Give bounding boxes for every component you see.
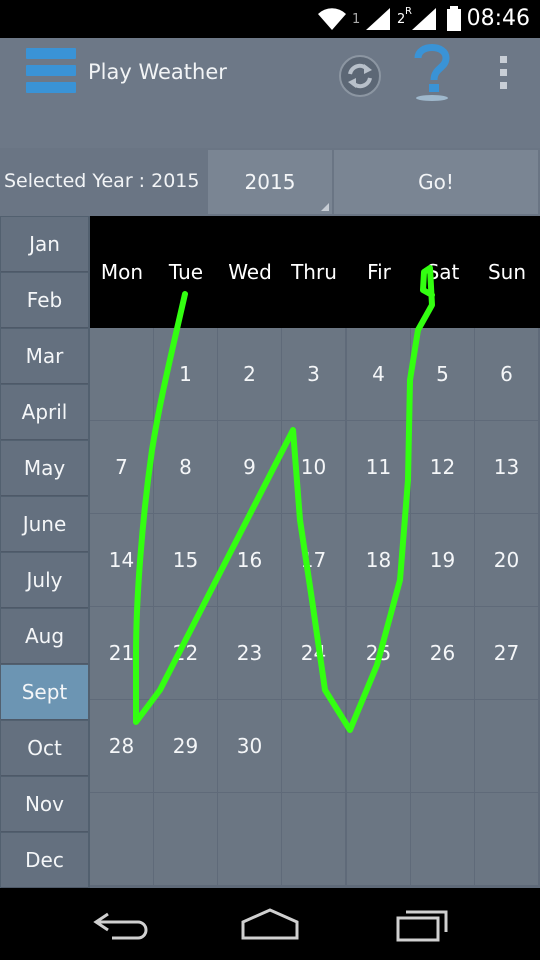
menu-icon[interactable] (26, 48, 78, 98)
day-cell[interactable]: 23 (218, 607, 281, 699)
day-cell[interactable]: 5 (411, 328, 474, 420)
month-may[interactable]: May (1, 441, 88, 496)
day-cell[interactable]: 19 (411, 514, 474, 606)
day-cell[interactable]: 10 (282, 421, 345, 513)
sim1-label: 1 (352, 12, 361, 27)
day-cell[interactable]: 28 (90, 700, 153, 792)
day-cell[interactable]: 15 (154, 514, 217, 606)
month-sept[interactable]: Sept (1, 665, 88, 720)
day-cell[interactable]: 17 (282, 514, 345, 606)
day-cell[interactable]: 8 (154, 421, 217, 513)
weekday-tue: Tue (168, 260, 204, 284)
weekday-wed: Wed (228, 260, 272, 284)
day-cell[interactable]: 11 (347, 421, 410, 513)
signal-icon (366, 8, 390, 30)
day-cell[interactable]: 6 (475, 328, 538, 420)
month-list: Jan Feb Mar April May June July Aug Sept Oct Nov De… (0, 216, 90, 888)
year-dropdown[interactable]: 2015 (208, 150, 332, 214)
go-button[interactable]: Go! (334, 150, 538, 214)
month-aug[interactable]: Aug (1, 609, 88, 664)
month-jan[interactable]: Jan (1, 217, 88, 272)
signal-icon (412, 8, 436, 30)
day-cell[interactable]: 12 (411, 421, 474, 513)
overflow-menu-icon[interactable] (495, 56, 511, 94)
home-icon[interactable] (235, 904, 305, 944)
empty-cell (282, 700, 345, 792)
day-cell[interactable]: 1 (154, 328, 217, 420)
empty-cell (218, 793, 281, 885)
day-cell[interactable]: 2 (218, 328, 281, 420)
day-cell[interactable]: 20 (475, 514, 538, 606)
month-feb[interactable]: Feb (1, 273, 88, 328)
battery-icon (447, 6, 461, 31)
weekday-mon: Mon (100, 260, 144, 284)
empty-cell (347, 793, 410, 885)
day-cell[interactable]: 29 (154, 700, 217, 792)
day-cell[interactable]: 22 (154, 607, 217, 699)
month-nov[interactable]: Nov (1, 777, 88, 832)
weekday-sun: Sun (487, 260, 527, 284)
empty-cell (347, 700, 410, 792)
day-cell[interactable]: 27 (475, 607, 538, 699)
day-cell[interactable]: 13 (475, 421, 538, 513)
empty-cell (411, 793, 474, 885)
clock: 08:46 (466, 6, 530, 31)
month-april[interactable]: April (1, 385, 88, 440)
dropdown-corner-icon (321, 203, 329, 211)
year-selector-row: Selected Year : 2015 2015 Go! (0, 148, 540, 216)
day-cell[interactable]: 4 (347, 328, 410, 420)
day-cell[interactable]: 7 (90, 421, 153, 513)
selected-year-label: Selected Year : 2015 (4, 170, 200, 192)
day-cell[interactable]: 9 (218, 421, 281, 513)
empty-cell (154, 793, 217, 885)
month-june[interactable]: June (1, 497, 88, 552)
empty-cell (411, 700, 474, 792)
day-cell[interactable]: 3 (282, 328, 345, 420)
day-cell[interactable]: 14 (90, 514, 153, 606)
year-dropdown-value: 2015 (244, 170, 296, 194)
empty-cell (90, 328, 153, 420)
weekday-header: Mon Tue Wed Thru Fir Sat Sun (90, 216, 540, 328)
back-icon[interactable] (88, 904, 158, 944)
help-icon[interactable] (410, 42, 454, 104)
day-cell[interactable]: 26 (411, 607, 474, 699)
month-dec[interactable]: Dec (1, 833, 88, 888)
refresh-icon[interactable] (338, 54, 382, 98)
app-title: Play Weather (88, 60, 227, 84)
wifi-icon (318, 8, 346, 30)
empty-cell (90, 793, 153, 885)
day-cell[interactable]: 16 (218, 514, 281, 606)
day-cell[interactable]: 30 (218, 700, 281, 792)
day-cell[interactable]: 21 (90, 607, 153, 699)
day-cell[interactable]: 18 (347, 514, 410, 606)
weekday-fir: Fir (367, 260, 391, 284)
recent-apps-icon[interactable] (388, 904, 458, 944)
calendar-grid: 1 2 3 4 5 6 7 8 9 10 11 12 13 14 15 16 17 18 19 20 21 22 23 24 2… (90, 328, 540, 888)
weekday-sat: Sat (426, 260, 460, 284)
day-cell[interactable]: 25 (347, 607, 410, 699)
weekday-thru: Thru (291, 260, 337, 284)
day-cell[interactable]: 24 (282, 607, 345, 699)
month-mar[interactable]: Mar (1, 329, 88, 384)
navigation-bar (0, 888, 540, 960)
month-oct[interactable]: Oct (1, 721, 88, 776)
empty-cell (475, 700, 538, 792)
empty-cell (282, 793, 345, 885)
empty-cell (475, 793, 538, 885)
month-july[interactable]: July (1, 553, 88, 608)
status-bar: 1 2 R 08:46 (0, 0, 540, 38)
action-bar: Play Weather (0, 38, 540, 148)
